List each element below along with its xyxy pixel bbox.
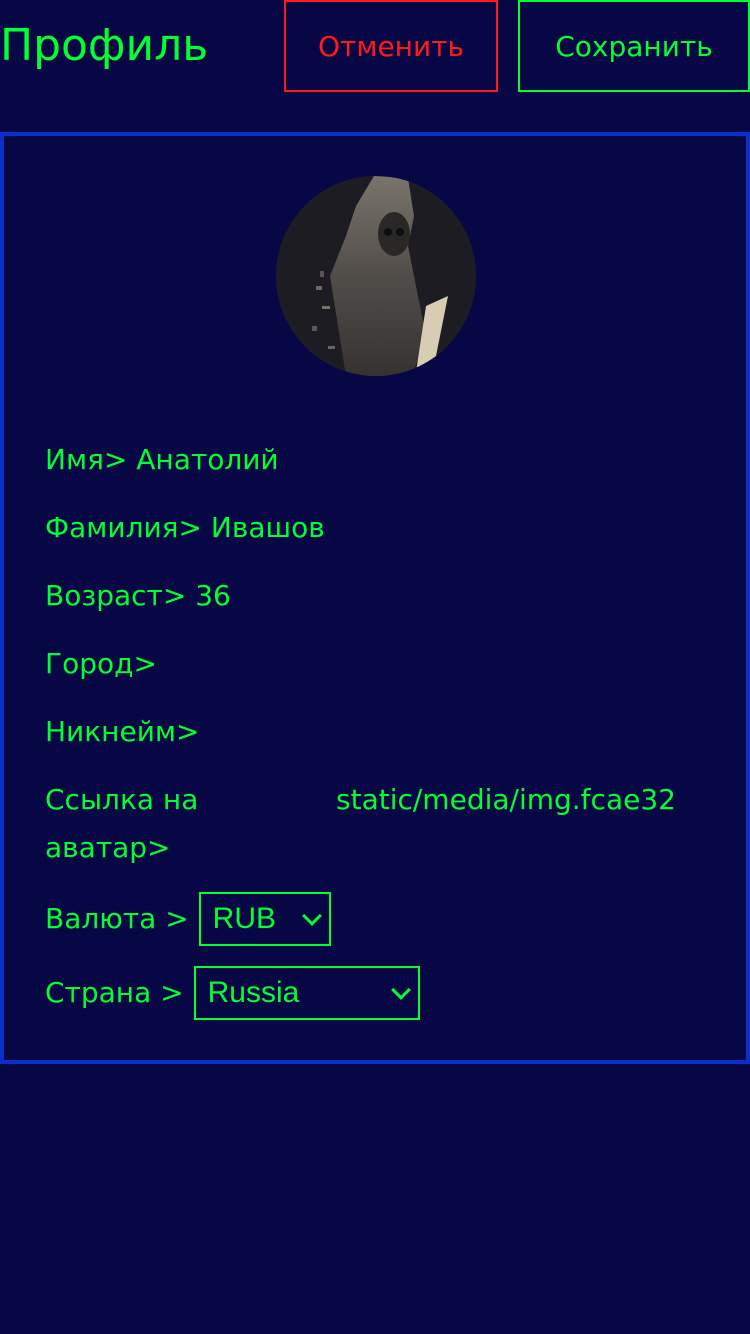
field-last-name-label: Фамилия> [45,511,202,544]
save-button[interactable]: Сохранить [518,0,750,92]
chevron-down-icon [390,980,411,1000]
page-title: Профиль [0,20,209,71]
chevron-down-icon [301,906,322,926]
avatar[interactable] [276,176,476,376]
avatar-link-label: Ссылка на аватар> [45,783,199,864]
avatar-image-icon [276,176,476,376]
field-age-value: 36 [195,579,231,612]
field-nickname[interactable]: Никнейм> [45,708,199,756]
currency-row: Валюта > RUB [45,892,331,946]
avatar-link-value[interactable]: static/media/img.fcae32 [336,776,708,824]
field-age-label: Возраст> [45,579,187,612]
field-age[interactable]: Возраст> 36 [45,572,231,620]
country-select-value: Russia [207,976,300,1009]
field-nickname-label: Никнейм> [45,715,200,748]
currency-label: Валюта > [45,902,189,935]
field-city[interactable]: Город> [45,640,157,688]
country-select[interactable]: Russia [193,966,420,1020]
cancel-button[interactable]: Отменить [284,0,498,92]
currency-select[interactable]: RUB [198,892,331,946]
country-row: Страна > Russia [45,966,420,1020]
field-first-name-label: Имя> [45,443,128,476]
field-last-name-value: Ивашов [210,511,325,544]
field-city-label: Город> [45,647,157,680]
field-first-name[interactable]: Имя> Анатолий [45,436,279,484]
field-last-name[interactable]: Фамилия> Ивашов [45,504,325,552]
country-label: Страна > [45,976,184,1009]
field-first-name-value: Анатолий [136,443,279,476]
currency-select-value: RUB [212,902,277,935]
